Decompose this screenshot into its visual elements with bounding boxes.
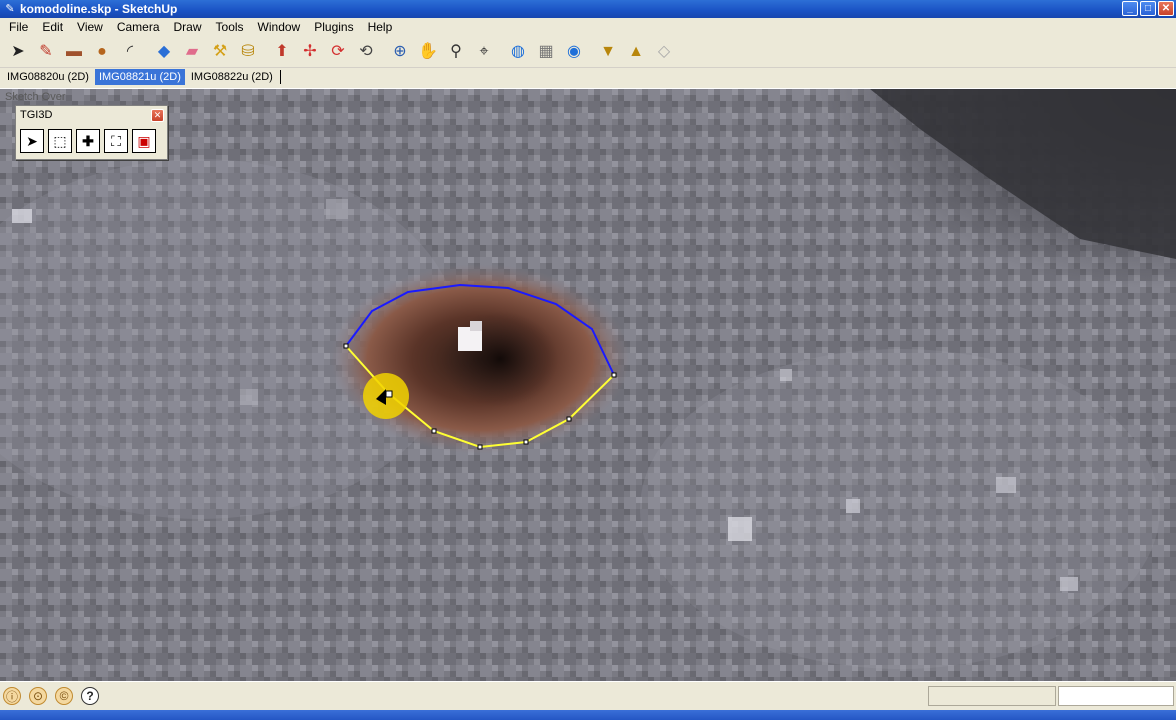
tgi3d-title-bar[interactable]: TGI3D ✕ xyxy=(16,106,167,125)
menu-view[interactable]: View xyxy=(70,18,110,37)
main-toolbar: ➤ ✎ ▬ ● ◜ ◆ ▰ ⚒ ⛁ ⬆ ✢ ⟳ ⟲ ⊕ ✋ ⚲ ⌖ ◍ ▦ ◉ … xyxy=(0,37,1176,68)
get-photo-texture-icon[interactable]: ◉ xyxy=(562,40,586,64)
film-frame-icon[interactable]: ▣ xyxy=(132,129,156,153)
tgi3d-close-button[interactable]: ✕ xyxy=(151,109,164,122)
pan-tool-icon[interactable]: ✋ xyxy=(416,40,440,64)
sketchup-icon: ✎ xyxy=(5,3,15,15)
drawing-viewport[interactable]: Sketch Over xyxy=(0,88,1176,681)
tgi3d-tools: ➤ ⬚ ✚ ⛶ ▣ xyxy=(16,125,167,153)
close-button[interactable]: ✕ xyxy=(1158,1,1174,16)
pencil-tool-icon[interactable]: ✎ xyxy=(34,40,58,64)
tgi3d-panel: TGI3D ✕ ➤ ⬚ ✚ ⛶ ▣ xyxy=(15,105,168,160)
eraser-tool-icon[interactable]: ▰ xyxy=(180,40,204,64)
menu-camera[interactable]: Camera xyxy=(110,18,167,37)
zoom-tool-icon[interactable]: ⚲ xyxy=(444,40,468,64)
credits-icon[interactable]: © xyxy=(55,687,73,705)
photo-background xyxy=(0,89,1176,681)
rectangle-tool-icon[interactable]: ▬ xyxy=(62,40,86,64)
taskbar xyxy=(0,710,1176,720)
help-icon[interactable]: ? xyxy=(81,687,99,705)
tab-img08821u[interactable]: IMG08821u (2D) xyxy=(94,69,185,85)
status-field-measure-label xyxy=(928,686,1056,706)
push-pull-icon[interactable]: ⬆ xyxy=(270,40,294,64)
orbit-tool-icon[interactable]: ⊕ xyxy=(388,40,412,64)
import-component-icon[interactable]: ▼ xyxy=(596,40,620,64)
tgi3d-title: TGI3D xyxy=(20,109,53,121)
sketch-over-label: Sketch Over xyxy=(5,91,66,103)
get-models-icon[interactable]: ◍ xyxy=(506,40,530,64)
geo-location-icon[interactable]: ⊙ xyxy=(29,687,47,705)
preview-model-icon[interactable]: ◇ xyxy=(652,40,676,64)
paint-bucket-icon[interactable]: ⛁ xyxy=(236,40,260,64)
title-bar: ✎ komodoline.skp - SketchUp _ □ ✕ xyxy=(0,0,1176,18)
window-controls: _ □ ✕ xyxy=(1122,1,1174,16)
menu-draw[interactable]: Draw xyxy=(167,18,209,37)
menu-help[interactable]: Help xyxy=(361,18,400,37)
instructor-icon[interactable]: ⓘ xyxy=(3,687,21,705)
menu-bar: File Edit View Camera Draw Tools Window … xyxy=(0,18,1176,37)
tab-img08822u[interactable]: IMG08822u (2D) xyxy=(187,69,277,85)
tape-measure-icon[interactable]: ⚒ xyxy=(208,40,232,64)
share-model-icon[interactable]: ▦ xyxy=(534,40,558,64)
offset-tool-icon[interactable]: ⟲ xyxy=(354,40,378,64)
scene-tabs: IMG08820u (2D) IMG08821u (2D) IMG08822u … xyxy=(0,68,1176,86)
make-component-icon[interactable]: ◆ xyxy=(152,40,176,64)
menu-file[interactable]: File xyxy=(2,18,35,37)
circle-tool-icon[interactable]: ● xyxy=(90,40,114,64)
bounding-box-icon[interactable]: ⬚ xyxy=(48,129,72,153)
export-component-icon[interactable]: ▲ xyxy=(624,40,648,64)
crosshair-plus-icon[interactable]: ✚ xyxy=(76,129,100,153)
menu-tools[interactable]: Tools xyxy=(209,18,251,37)
menu-plugins[interactable]: Plugins xyxy=(307,18,360,37)
move-tool-icon[interactable]: ✢ xyxy=(298,40,322,64)
status-bar: ⓘ ⊙ © ? xyxy=(0,681,1176,710)
menu-window[interactable]: Window xyxy=(251,18,308,37)
maximize-button[interactable]: □ xyxy=(1140,1,1156,16)
minimize-button[interactable]: _ xyxy=(1122,1,1138,16)
arc-tool-icon[interactable]: ◜ xyxy=(118,40,142,64)
select-arrow-icon[interactable]: ➤ xyxy=(20,129,44,153)
tab-img08820u[interactable]: IMG08820u (2D) xyxy=(3,69,93,85)
select-tool-icon[interactable]: ➤ xyxy=(6,40,30,64)
rotate-tool-icon[interactable]: ⟳ xyxy=(326,40,350,64)
window-title: komodoline.skp - SketchUp xyxy=(20,2,178,16)
tab-separator xyxy=(279,70,281,84)
measurements-input[interactable] xyxy=(1058,686,1174,706)
fit-frame-icon[interactable]: ⛶ xyxy=(104,129,128,153)
menu-edit[interactable]: Edit xyxy=(35,18,70,37)
zoom-extents-icon[interactable]: ⌖ xyxy=(472,40,496,64)
